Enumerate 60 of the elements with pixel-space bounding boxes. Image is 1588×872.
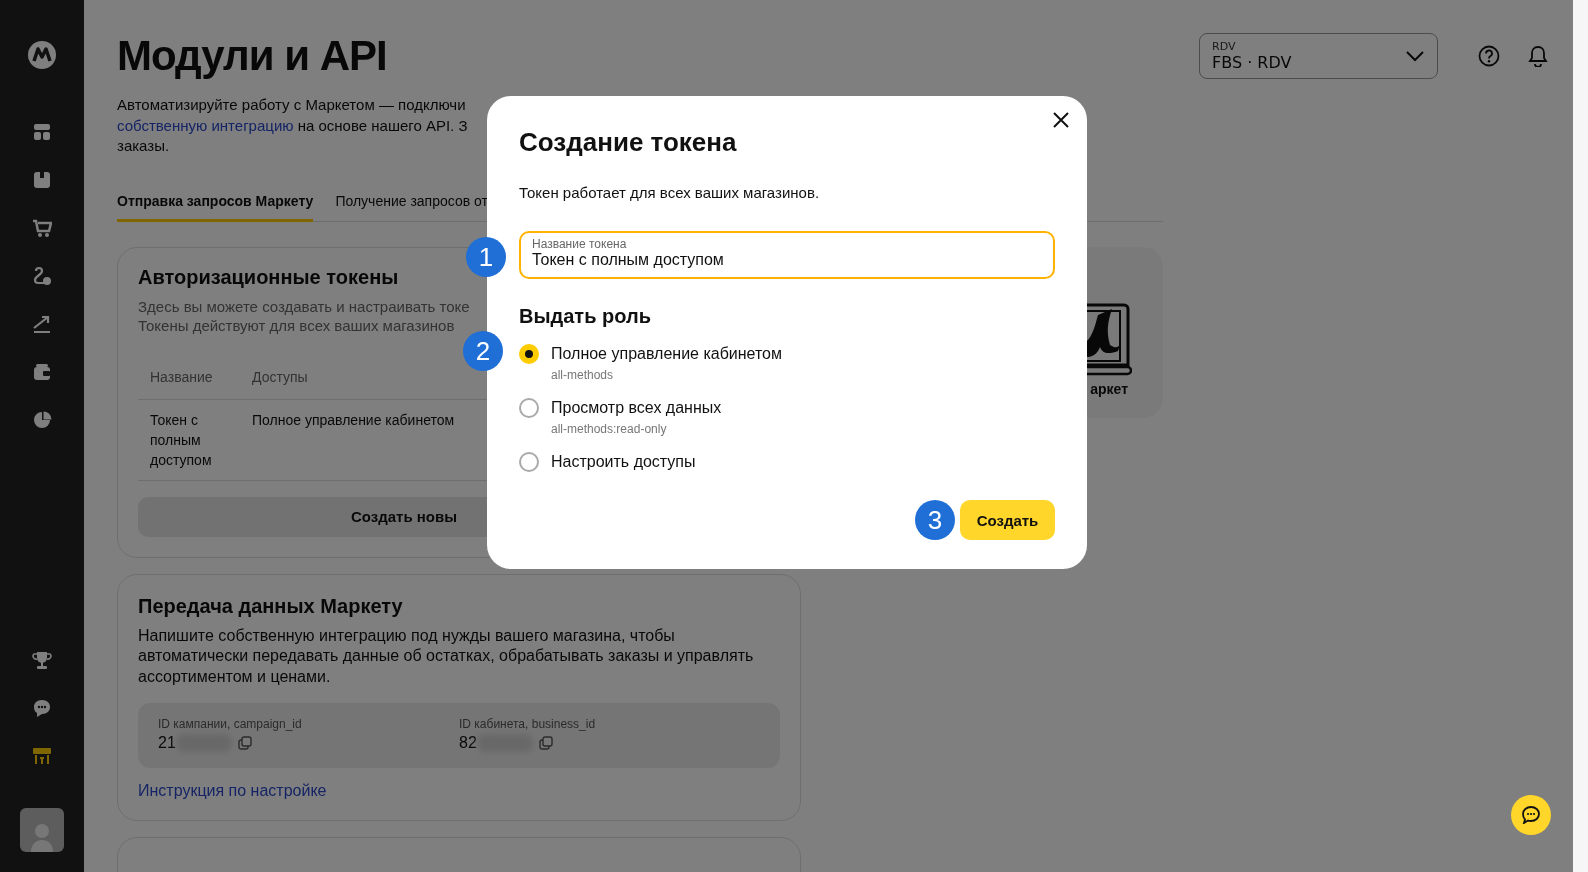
copy-icon[interactable]	[538, 736, 553, 750]
card-title: Передача данных Маркету	[138, 594, 403, 618]
section-title: Выдать роль	[519, 305, 652, 328]
table-cell-text: Токен с полным доступом	[150, 410, 213, 470]
table-cell-text: Полное управление кабинетом	[252, 410, 455, 430]
dashboard-icon[interactable]	[32, 122, 52, 142]
description-text: заказы.	[117, 136, 170, 156]
role-code: all-methods:read-only	[551, 422, 668, 436]
step-badge: 1	[466, 237, 506, 277]
scrollbar-track[interactable]	[1573, 0, 1588, 872]
card-description: Токены действуют для всех ваших магазинов	[138, 316, 455, 336]
radio-label[interactable]: Настроить доступы	[551, 452, 696, 472]
trend-icon[interactable]	[32, 314, 52, 334]
box-icon[interactable]	[32, 170, 52, 190]
dropdown-label: RDV	[1212, 40, 1237, 53]
close-icon[interactable]	[1052, 111, 1070, 129]
cart-icon[interactable]	[32, 218, 52, 238]
radio-label[interactable]: Просмотр всех данных	[551, 398, 722, 418]
modal-title: Создание токена	[519, 126, 738, 158]
copy-icon[interactable]	[237, 736, 252, 750]
role-code: all-methods	[551, 368, 615, 382]
help-icon[interactable]	[1478, 45, 1500, 67]
chevron-down-icon	[1405, 50, 1425, 62]
tab[interactable]: Отправка запросов Маркету	[117, 182, 314, 222]
logo-icon[interactable]	[27, 40, 57, 70]
page-title: Модули и API	[117, 32, 387, 80]
chat-icon[interactable]	[1522, 806, 1540, 824]
chat-button[interactable]	[1511, 795, 1551, 835]
card-label: аркет	[1090, 380, 1128, 397]
card-description: Напишите собственную интеграцию под нужды вашего магазина, чтобы автоматически передавать данные об остатках, обрабатывать заказы и управлять ассортиментом и ценами.	[138, 625, 755, 687]
store-dropdown[interactable]: RDV FBS · RDV	[1199, 33, 1438, 79]
id-value: 21	[158, 734, 176, 752]
text-input[interactable]: Токен с полным доступом	[532, 251, 1042, 269]
store-icon[interactable]	[32, 746, 52, 766]
trophy-icon[interactable]	[32, 650, 52, 670]
radio-button[interactable]	[519, 398, 539, 418]
card-title: Авторизационные токены	[138, 265, 399, 289]
radio-button[interactable]	[519, 344, 539, 364]
notification-bell-icon[interactable]	[1528, 45, 1548, 67]
description-text: на основе нашего API. З	[297, 116, 468, 134]
tab[interactable]: Получение запросов от	[335, 182, 488, 222]
integration-link[interactable]: собственную интеграцию	[117, 116, 294, 134]
column-header: Доступы	[252, 367, 308, 387]
dropdown-value: FBS · RDV	[1212, 53, 1292, 72]
create-button[interactable]: Создать	[960, 500, 1055, 540]
instruction-link[interactable]: Инструкция по настройке	[138, 782, 327, 800]
id-label: ID кампании, campaign_id	[158, 717, 303, 731]
radio-button[interactable]	[519, 452, 539, 472]
wallet-icon[interactable]	[32, 362, 52, 382]
modal-subtitle: Токен работает для всех ваших магазинов.	[519, 184, 821, 201]
pie-chart-icon[interactable]	[32, 410, 52, 430]
route-icon[interactable]	[32, 266, 52, 286]
step-badge: 2	[463, 331, 503, 371]
card-description: Здесь вы можете создавать и настраивать токе	[138, 296, 470, 316]
token-name-field[interactable]: Название токена Токен с полным доступом	[519, 231, 1055, 279]
column-header: Название	[150, 367, 214, 387]
radio-label[interactable]: Полное управление кабинетом	[551, 344, 782, 364]
id-label: ID кабинета, business_id	[459, 717, 597, 731]
id-value: 82	[459, 734, 477, 752]
description-text: Автоматизируйте работу с Маркетом — подключи	[117, 95, 466, 115]
